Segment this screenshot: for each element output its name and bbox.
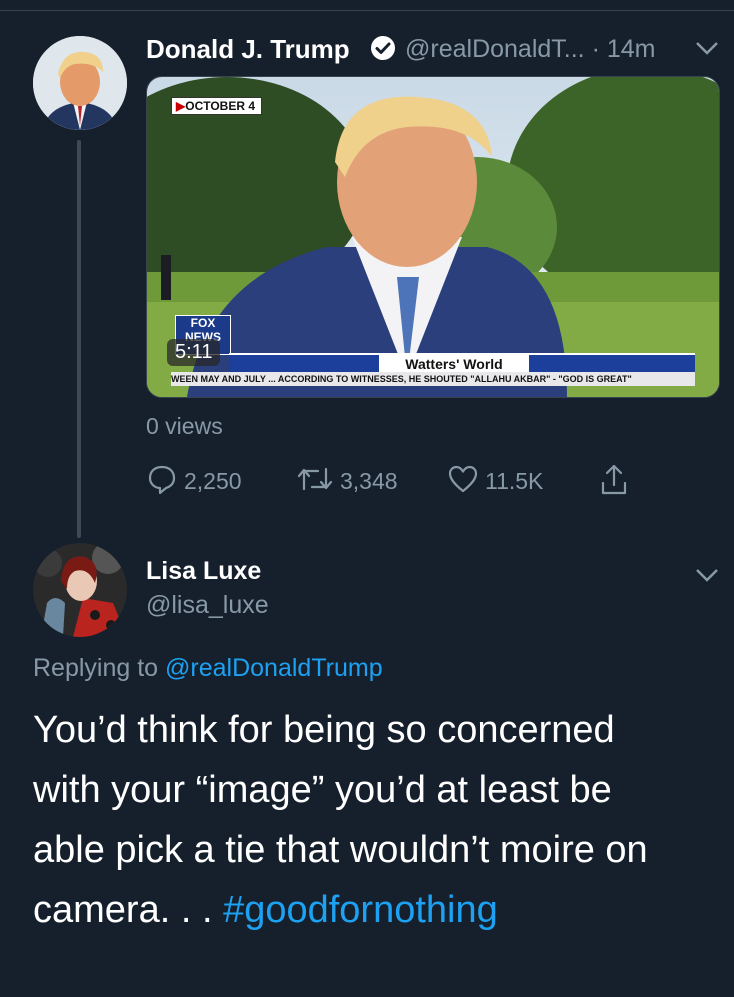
reply-text-tail: camera. . . <box>33 889 224 931</box>
media-video[interactable]: ▶OCTOBER 4 FOX NEWS 5:11 Watters' World … <box>146 76 720 398</box>
view-count: 0 views <box>146 413 223 439</box>
replying-to: Replying to @realDonaldTrump <box>33 654 383 683</box>
like-count: 11.5K <box>485 468 544 494</box>
tweet-time[interactable]: 14m <box>607 35 656 63</box>
like-icon <box>447 463 479 500</box>
thread-line <box>77 140 81 538</box>
separator: · <box>591 35 600 63</box>
divider <box>0 10 734 11</box>
author-name[interactable]: Donald J. Trump <box>146 34 350 65</box>
retweet-count: 3,348 <box>340 468 398 494</box>
reply-text: You’d think for being so concerned with … <box>33 700 713 940</box>
news-ticker: WEEN MAY AND JULY ... ACCORDING TO WITNE… <box>171 372 695 386</box>
show-name-bar: Watters' World <box>229 353 695 373</box>
video-duration: 5:11 <box>167 339 221 366</box>
retweet-button[interactable]: 3,348 <box>296 463 398 500</box>
replying-prefix: Replying to <box>33 654 159 682</box>
reply-text-line: camera. . . #goodfornothing <box>33 880 713 940</box>
hashtag-link[interactable]: #goodfornothing <box>223 889 498 931</box>
author-handle-text: @realDonaldT... <box>405 35 585 63</box>
reply-count: 2,250 <box>184 468 242 494</box>
reply-text-line: able pick a tie that wouldn’t moire on <box>33 829 648 871</box>
retweet-icon <box>296 463 334 500</box>
avatar[interactable] <box>33 36 127 130</box>
share-button[interactable] <box>598 463 630 502</box>
mention-link[interactable]: @realDonaldTrump <box>165 654 383 682</box>
share-icon <box>598 463 630 502</box>
reply-icon <box>146 463 178 500</box>
chevron-down-icon[interactable] <box>694 567 720 583</box>
verified-badge-icon <box>370 35 396 61</box>
reply-text-line: You’d think for being so concerned <box>33 709 615 751</box>
reply-text-line: with your “image” you’d at least be <box>33 769 612 811</box>
like-button[interactable]: 11.5K <box>447 463 543 500</box>
author-handle[interactable]: @realDonaldT... · 14m <box>405 35 656 64</box>
avatar[interactable] <box>33 543 127 637</box>
reply-button[interactable]: 2,250 <box>146 463 242 500</box>
reply-author-name[interactable]: Lisa Luxe <box>146 557 261 586</box>
chevron-down-icon[interactable] <box>694 40 720 56</box>
date-label: ▶OCTOBER 4 <box>171 97 263 115</box>
reply-author-handle[interactable]: @lisa_luxe <box>146 591 269 620</box>
